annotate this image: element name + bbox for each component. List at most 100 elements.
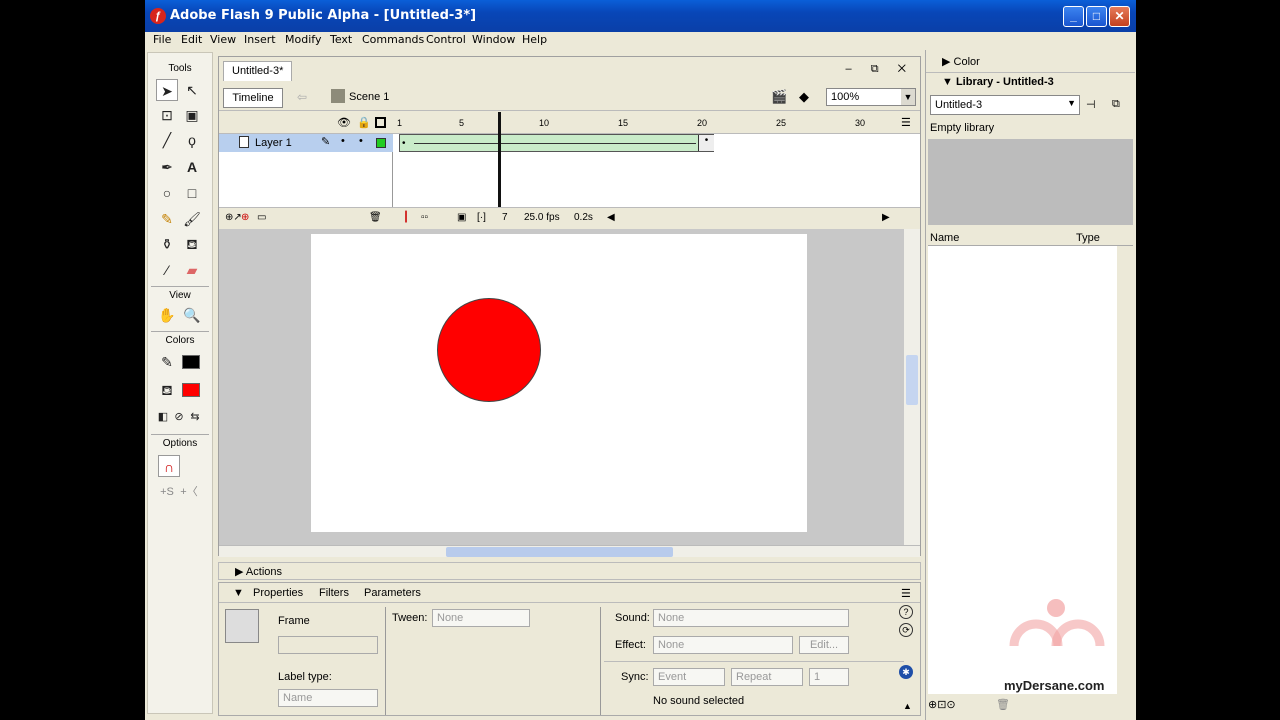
collapse-icon[interactable]: ▲ [903,701,912,711]
line-tool-icon[interactable]: ╱ [156,129,178,151]
edit-properties-icon[interactable]: ✱ [899,665,913,679]
tab-filters[interactable]: Filters [319,587,349,599]
menu-help[interactable]: Help [522,33,547,46]
document-tab[interactable]: Untitled-3* [223,61,293,81]
pin-library-icon[interactable]: ⊣ [1086,98,1096,111]
oval-tool-icon[interactable]: ○ [156,182,178,204]
text-tool-icon[interactable]: A [181,156,203,178]
center-frame-icon[interactable]: ┃ [403,212,409,223]
vertical-scroll-thumb[interactable] [906,355,918,405]
color-panel-header[interactable]: ▶ Color [926,52,1135,72]
show-hide-eye-icon[interactable]: 👁 [337,116,351,129]
frames-grid[interactable]: • • [394,112,899,207]
stroke-color-swatch[interactable] [182,355,200,369]
menu-view[interactable]: View [210,33,236,46]
label-type-label: Label type: [278,671,332,683]
effect-select[interactable]: None [653,636,793,654]
snap-to-objects-icon[interactable]: ∩ [158,455,180,477]
library-document-select[interactable]: Untitled-3 ▼ [930,95,1080,115]
label-type-select[interactable]: Name [278,689,378,707]
document-window-controls[interactable]: ‒ ⧉ ✕ [846,63,914,76]
lock-dot-icon[interactable]: • [359,135,363,147]
accessibility-icon[interactable]: ⟳ [899,623,913,637]
hand-tool-icon[interactable]: ✋ [156,304,178,326]
pen-tool-icon[interactable]: ✒ [156,156,178,178]
fill-color-swatch[interactable] [182,383,200,397]
back-arrow-icon[interactable]: ⇦ [297,90,307,104]
menu-file[interactable]: File [153,33,171,46]
end-keyframe[interactable]: • [698,135,714,151]
column-name[interactable]: Name [930,232,959,244]
pencil-tool-icon[interactable]: ✎ [156,208,178,230]
stage-vertical-scrollbar[interactable] [904,229,920,545]
layer-outline-color-icon[interactable] [376,138,386,148]
menu-edit[interactable]: Edit [181,33,202,46]
actions-panel-header[interactable]: ▶ Actions [218,562,921,580]
onion-skin-icon[interactable]: ▫▫ [421,212,428,223]
edit-scene-icon[interactable]: 🎬 [771,89,787,105]
delete-layer-icon[interactable]: 🗑 [369,212,382,223]
scroll-left-icon[interactable]: ◀ [607,212,615,223]
modify-onion-markers-icon[interactable]: [·] [477,212,486,223]
maximize-button[interactable]: □ [1086,6,1107,27]
eraser-tool-icon[interactable]: ▰ [181,259,203,281]
outline-icon[interactable] [375,117,386,128]
menu-text[interactable]: Text [330,33,352,46]
add-motion-guide-icon[interactable]: ⊕ [241,212,249,223]
tab-properties[interactable]: Properties [253,587,303,599]
motion-tween-span[interactable]: • • [399,134,714,152]
red-circle-shape[interactable] [437,298,541,402]
stage-horizontal-scrollbar[interactable] [219,545,920,557]
frame-label-input[interactable] [278,636,378,654]
zoom-tool-icon[interactable]: 🔍 [181,304,203,326]
straighten-icon[interactable]: +〈 [178,481,200,503]
gradient-transform-tool-icon[interactable]: ▣ [181,104,203,126]
lock-icon[interactable]: 🔒 [357,116,371,129]
selection-tool-icon[interactable]: ➤ [156,79,178,101]
edit-multiple-frames-icon[interactable]: ▣ [457,212,466,223]
lasso-tool-icon[interactable]: ϙ [181,129,203,151]
insert-folder-icon[interactable]: ▭ [257,212,266,223]
menu-control[interactable]: Control [426,33,466,46]
swap-colors-icon[interactable]: ⇆ [184,406,206,428]
edit-button[interactable]: Edit... [799,636,849,654]
new-library-panel-icon[interactable]: ⧉ [1112,98,1120,111]
repeat-count-input[interactable]: 1 [809,668,849,686]
brush-tool-icon[interactable]: 🖌 [181,208,203,230]
playhead[interactable] [498,112,501,207]
new-symbol-icon[interactable]: ⊕⊡⊙ [928,698,956,711]
rectangle-tool-icon[interactable]: □ [181,182,203,204]
timeline-toggle-button[interactable]: Timeline [223,88,283,108]
scroll-right-icon[interactable]: ▶ [882,212,890,223]
menu-commands[interactable]: Commands [362,33,424,46]
tween-select[interactable]: None [432,609,530,627]
menu-modify[interactable]: Modify [285,33,321,46]
smooth-icon[interactable]: +S [156,481,178,503]
free-transform-tool-icon[interactable]: ⊡ [156,104,178,126]
horizontal-scroll-thumb[interactable] [446,547,673,557]
timeline-menu-icon[interactable]: ☰ [901,116,911,129]
add-layer-icon[interactable]: ⊕↗ [225,212,242,223]
layer-row[interactable]: Layer 1 ✎ • • [219,134,393,152]
sound-select[interactable]: None [653,609,849,627]
sync-select[interactable]: Event [653,668,725,686]
menu-insert[interactable]: Insert [244,33,276,46]
tab-parameters[interactable]: Parameters [364,587,421,599]
eyedropper-tool-icon[interactable]: ⁄ [156,259,178,281]
subselection-tool-icon[interactable]: ↖ [181,79,203,101]
stage[interactable] [311,234,807,532]
paint-bucket-tool-icon[interactable]: ⛾ [181,233,203,255]
help-icon[interactable]: ? [899,605,913,619]
menu-window[interactable]: Window [472,33,515,46]
repeat-select[interactable]: Repeat [731,668,803,686]
library-panel-header[interactable]: ▼ Library - Untitled-3 [926,72,1135,92]
zoom-select[interactable]: 100% ▼ [826,88,916,106]
delete-item-icon[interactable]: 🗑 [996,698,1010,711]
panel-menu-icon[interactable]: ☰ [901,587,911,600]
ink-bottle-tool-icon[interactable]: ⚱ [156,233,178,255]
column-type[interactable]: Type [1076,232,1100,244]
close-button[interactable]: ✕ [1109,6,1130,27]
edit-symbols-icon[interactable]: ◆ [799,89,809,105]
minimize-button[interactable]: _ [1063,6,1084,27]
visibility-dot-icon[interactable]: • [341,135,345,147]
